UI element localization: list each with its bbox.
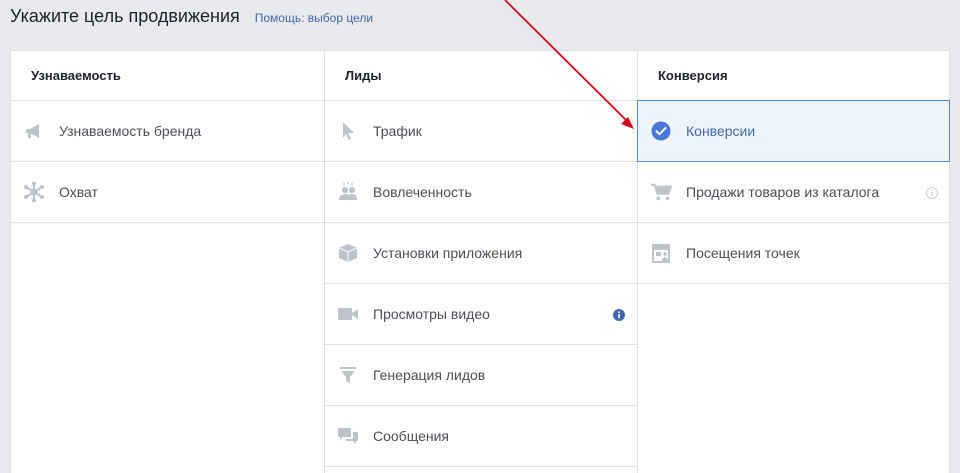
column-awareness: Узнаваемость Узнаваемость бренда Охват xyxy=(11,51,324,473)
info-icon[interactable] xyxy=(926,186,938,199)
column-heading-awareness: Узнаваемость xyxy=(11,51,324,101)
people-icon xyxy=(337,181,359,203)
objective-label: Сообщения xyxy=(373,428,449,444)
objective-reach[interactable]: Охват xyxy=(11,162,324,223)
objective-label: Посещения точек xyxy=(686,245,800,261)
funnel-icon xyxy=(337,364,359,386)
page-header: Укажите цель продвижения Помощь: выбор ц… xyxy=(10,6,373,34)
cursor-icon xyxy=(337,120,359,142)
objective-lead-generation[interactable]: Генерация лидов xyxy=(325,345,637,406)
column-leads: Лиды Трафик Вовлеченность Установки прил… xyxy=(324,51,637,473)
objective-video-views[interactable]: Просмотры видео xyxy=(325,284,637,345)
objective-label: Просмотры видео xyxy=(373,306,490,322)
reach-icon xyxy=(23,181,45,203)
page-title: Укажите цель продвижения xyxy=(10,6,240,26)
check-circle-icon xyxy=(650,120,672,142)
objective-label: Установки приложения xyxy=(373,245,523,261)
objective-label: Узнаваемость бренда xyxy=(59,123,202,139)
column-heading-leads: Лиды xyxy=(325,51,637,101)
objective-traffic[interactable]: Трафик xyxy=(325,101,637,162)
column-heading-conversion: Конверсия xyxy=(638,51,950,101)
objective-catalog-sales[interactable]: Продажи товаров из каталога xyxy=(638,162,950,223)
storefront-icon xyxy=(650,242,672,264)
objective-label: Генерация лидов xyxy=(373,367,486,383)
chat-bubbles-icon xyxy=(337,425,359,447)
objective-label: Вовлеченность xyxy=(373,184,472,200)
help-link[interactable]: Помощь: выбор цели xyxy=(255,11,373,25)
objective-engagement[interactable]: Вовлеченность xyxy=(325,162,637,223)
info-icon[interactable] xyxy=(613,308,625,321)
video-camera-icon xyxy=(337,303,359,325)
objective-brand-awareness[interactable]: Узнаваемость бренда xyxy=(11,101,324,162)
cart-icon xyxy=(650,181,672,203)
objective-messages[interactable]: Сообщения xyxy=(325,406,637,467)
objective-label: Трафик xyxy=(373,123,422,139)
objective-app-installs[interactable]: Установки приложения xyxy=(325,223,637,284)
megaphone-icon xyxy=(23,120,45,142)
box-icon xyxy=(337,242,359,264)
objective-store-visits[interactable]: Посещения точек xyxy=(638,223,950,284)
objective-label: Охват xyxy=(59,184,98,200)
objective-label: Конверсии xyxy=(686,123,756,139)
objective-label: Продажи товаров из каталога xyxy=(686,184,880,200)
objective-conversions[interactable]: Конверсии xyxy=(637,100,950,162)
objective-panel: Узнаваемость Узнаваемость бренда Охват Л… xyxy=(10,50,950,473)
column-conversion: Конверсия Конверсии Продажи товаров из к… xyxy=(637,51,950,473)
